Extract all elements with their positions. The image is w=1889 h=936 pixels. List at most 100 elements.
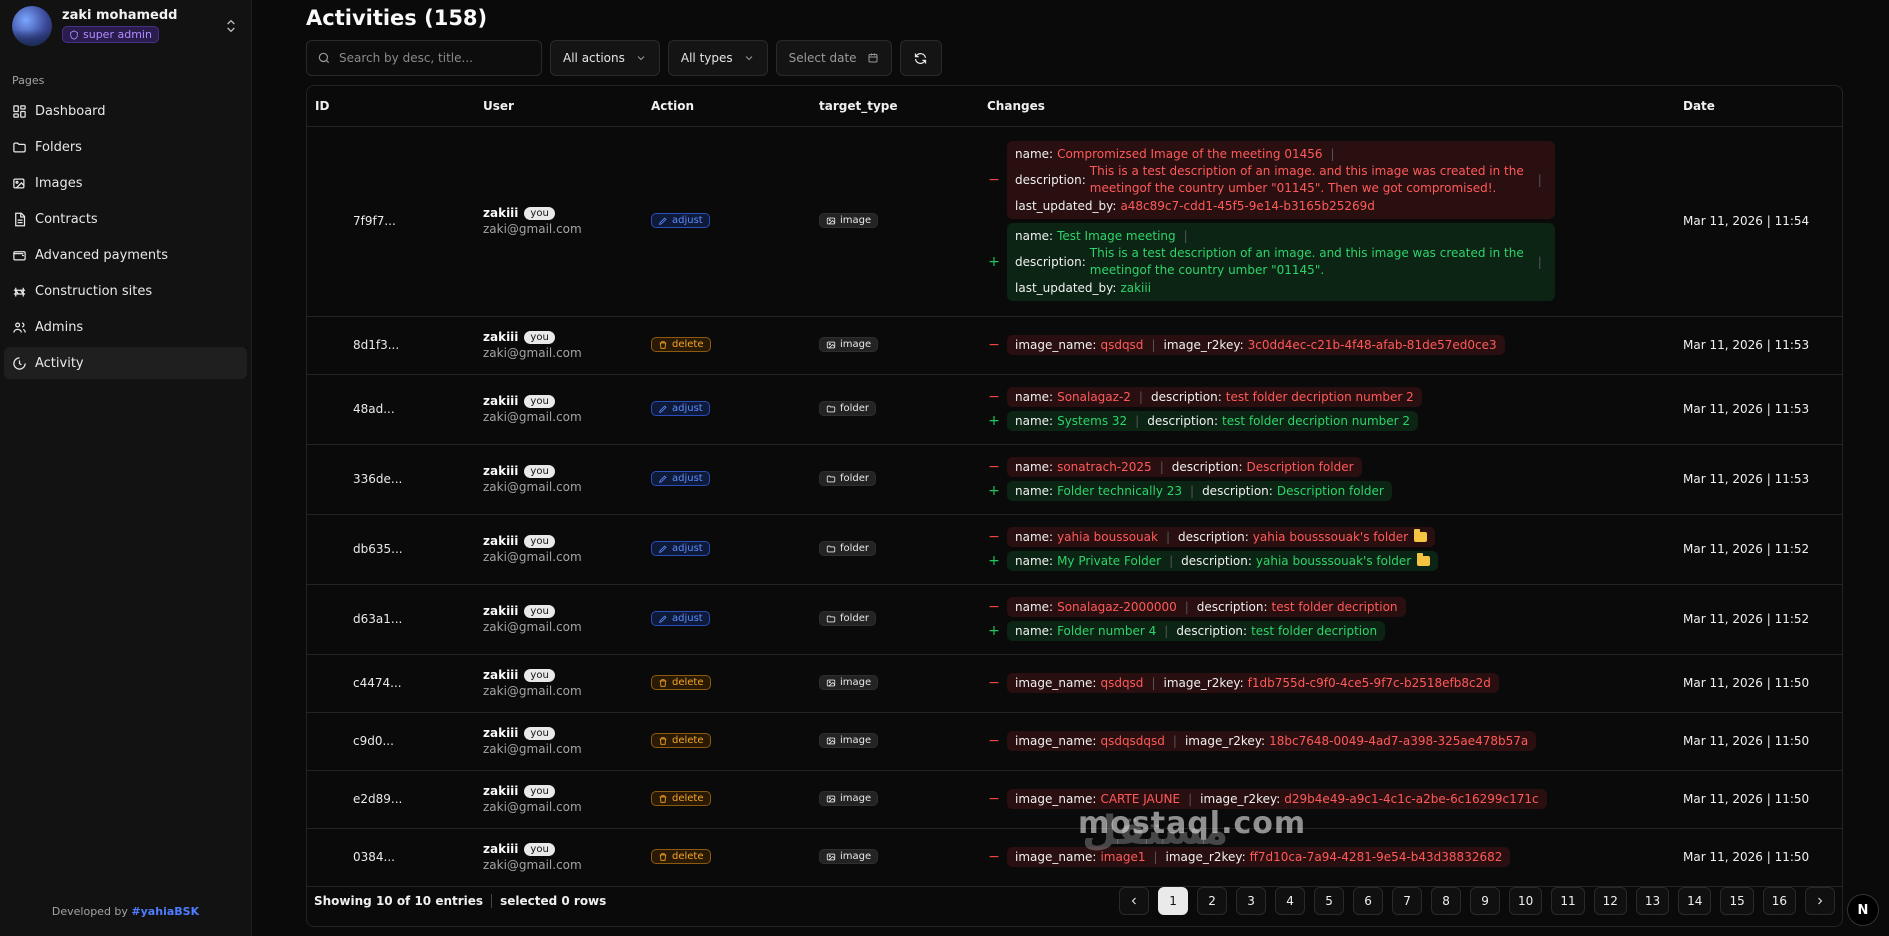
search-box[interactable] xyxy=(306,40,542,76)
column-header[interactable]: ID xyxy=(307,86,475,127)
table-row[interactable]: c4474... zakiii you zaki@gmail.com delete… xyxy=(307,654,1842,713)
change-value: My Private Folder xyxy=(1057,554,1162,568)
table-row[interactable]: d63a1... zakiii you zaki@gmail.com adjust… xyxy=(307,584,1842,655)
activity-id: 7f9f7... xyxy=(307,126,475,317)
activity-id: 8d1f3... xyxy=(307,316,475,375)
change-key: name: xyxy=(1015,530,1054,544)
actions-filter[interactable]: All actions xyxy=(550,40,660,76)
action-label: adjust xyxy=(672,613,703,625)
credits-author-link[interactable]: #yahiaBSK xyxy=(131,905,199,918)
separator: | xyxy=(1169,554,1174,568)
page-button[interactable]: 8 xyxy=(1431,887,1462,915)
page-button[interactable]: 13 xyxy=(1635,887,1670,915)
user-cell: zakiii you zaki@gmail.com xyxy=(475,584,643,655)
you-badge: you xyxy=(524,330,555,344)
next-logo-icon[interactable]: N xyxy=(1847,894,1879,926)
user-name: zakiii xyxy=(483,330,519,344)
sidebar-item-folders[interactable]: Folders xyxy=(4,131,247,163)
refresh-button[interactable] xyxy=(899,40,942,76)
change-key: name: xyxy=(1015,414,1054,428)
table-row[interactable]: 7f9f7... zakiii you zaki@gmail.com adjust… xyxy=(307,126,1842,317)
admins-icon xyxy=(13,322,26,333)
user-name: zakiii xyxy=(483,206,519,220)
prev-page-button[interactable] xyxy=(1119,887,1150,915)
action-badge: adjust xyxy=(651,541,710,557)
column-header[interactable]: Date xyxy=(1669,86,1842,127)
user-email: zaki@gmail.com xyxy=(483,858,582,872)
table-row[interactable]: 48ad... zakiii you zaki@gmail.com adjust … xyxy=(307,374,1842,445)
page-button[interactable]: 10 xyxy=(1509,887,1543,915)
page-button[interactable]: 12 xyxy=(1593,887,1627,915)
change-key: name: xyxy=(1015,390,1054,404)
column-header[interactable]: Action xyxy=(643,86,811,127)
column-header[interactable]: User xyxy=(475,86,643,127)
activity-icon xyxy=(13,356,26,370)
page-button[interactable]: 14 xyxy=(1678,887,1712,915)
table-row[interactable]: 8d1f3... zakiii you zaki@gmail.com delete… xyxy=(307,316,1842,375)
page-button[interactable]: 9 xyxy=(1470,887,1501,915)
you-badge: you xyxy=(524,604,555,618)
table-row[interactable]: e2d89... zakiii you zaki@gmail.com delete… xyxy=(307,770,1842,829)
page-button[interactable]: 1 xyxy=(1158,887,1189,915)
column-header[interactable]: Changes xyxy=(979,86,1669,127)
profile-switcher[interactable]: zaki mohamedd super admin xyxy=(0,0,251,52)
target-type-label: image xyxy=(840,793,872,805)
page-button[interactable]: 3 xyxy=(1236,887,1267,915)
image-icon xyxy=(826,737,836,745)
change-chip-old: name: sonatrach-2025 | description: Descript… xyxy=(1007,457,1362,477)
image-icon xyxy=(826,341,836,349)
date-filter[interactable]: Select date xyxy=(775,40,892,76)
column-header[interactable]: target_type xyxy=(811,86,979,127)
date-cell: Mar 11, 2026 | 11:52 xyxy=(1669,584,1842,655)
change-value: Description folder xyxy=(1276,484,1384,498)
date-cell: Mar 11, 2026 | 11:54 xyxy=(1669,126,1842,317)
page-button[interactable]: 5 xyxy=(1314,887,1345,915)
page-button[interactable]: 4 xyxy=(1275,887,1306,915)
pencil-icon xyxy=(659,475,667,483)
sidebar-item-admins[interactable]: Admins xyxy=(4,311,247,343)
page-button[interactable]: 15 xyxy=(1720,887,1754,915)
change-key: name: xyxy=(1015,484,1054,498)
date-cell: Mar 11, 2026 | 11:53 xyxy=(1669,374,1842,445)
date-cell: Mar 11, 2026 | 11:50 xyxy=(1669,712,1842,771)
user-email: zaki@gmail.com xyxy=(483,410,582,424)
table-row[interactable]: db635... zakiii you zaki@gmail.com adjust… xyxy=(307,514,1842,585)
separator: | xyxy=(1190,484,1195,498)
entries-count: Showing 10 of 10 entries xyxy=(314,894,484,908)
change-value: 18bc7648-0049-4ad7-a398-325ae478b57a xyxy=(1269,734,1529,748)
change-value: CARTE JAUNE xyxy=(1100,792,1181,806)
action-cell: delete xyxy=(643,316,811,375)
footer-divider xyxy=(491,894,493,908)
table-row[interactable]: c9d0... zakiii you zaki@gmail.com delete … xyxy=(307,712,1842,771)
page-button[interactable]: 11 xyxy=(1551,887,1585,915)
sidebar-item-construction-sites[interactable]: Construction sites xyxy=(4,275,247,307)
sidebar-item-advanced-payments[interactable]: Advanced payments xyxy=(4,239,247,271)
sidebar-item-activity[interactable]: Activity xyxy=(4,347,247,379)
action-label: delete xyxy=(672,339,704,351)
separator: | xyxy=(1135,414,1140,428)
sidebar-item-contracts[interactable]: Contracts xyxy=(4,203,247,235)
change-chip-new: name: Systems 32 | description: test folder … xyxy=(1007,411,1419,431)
plus-icon: + xyxy=(988,253,1000,270)
user-cell: zakiii you zaki@gmail.com xyxy=(475,126,643,317)
change-chip-old: image_name: qsdqsd | image_r2key: f1db755d-c… xyxy=(1007,673,1499,693)
search-input[interactable] xyxy=(339,51,531,65)
change-key: name: xyxy=(1015,147,1054,162)
page-button[interactable]: 7 xyxy=(1392,887,1423,915)
sidebar-item-dashboard[interactable]: Dashboard xyxy=(4,95,247,127)
table-row[interactable]: 336de... zakiii you zaki@gmail.com adjust… xyxy=(307,444,1842,515)
table-footer: Showing 10 of 10 entries selected 0 rows… xyxy=(307,876,1842,926)
chevrons-up-down-icon[interactable] xyxy=(223,18,239,34)
sidebar-item-images[interactable]: Images xyxy=(4,167,247,199)
types-filter[interactable]: All types xyxy=(667,40,768,76)
toolbar: All actions All types Select date xyxy=(306,40,1845,76)
page-button[interactable]: 2 xyxy=(1197,887,1228,915)
page-button[interactable]: 6 xyxy=(1353,887,1384,915)
credits: Developed by #yahiaBSK xyxy=(0,905,251,918)
next-page-button[interactable] xyxy=(1805,887,1835,915)
separator: | xyxy=(1330,147,1335,162)
changes-cell: − name: Compromizsed Image of the meeting … xyxy=(979,126,1669,317)
change-value: Systems 32 xyxy=(1057,414,1128,428)
page-button[interactable]: 16 xyxy=(1762,887,1796,915)
changes-cell: − name: Sonalagaz-2000000 | description: test… xyxy=(979,584,1669,655)
